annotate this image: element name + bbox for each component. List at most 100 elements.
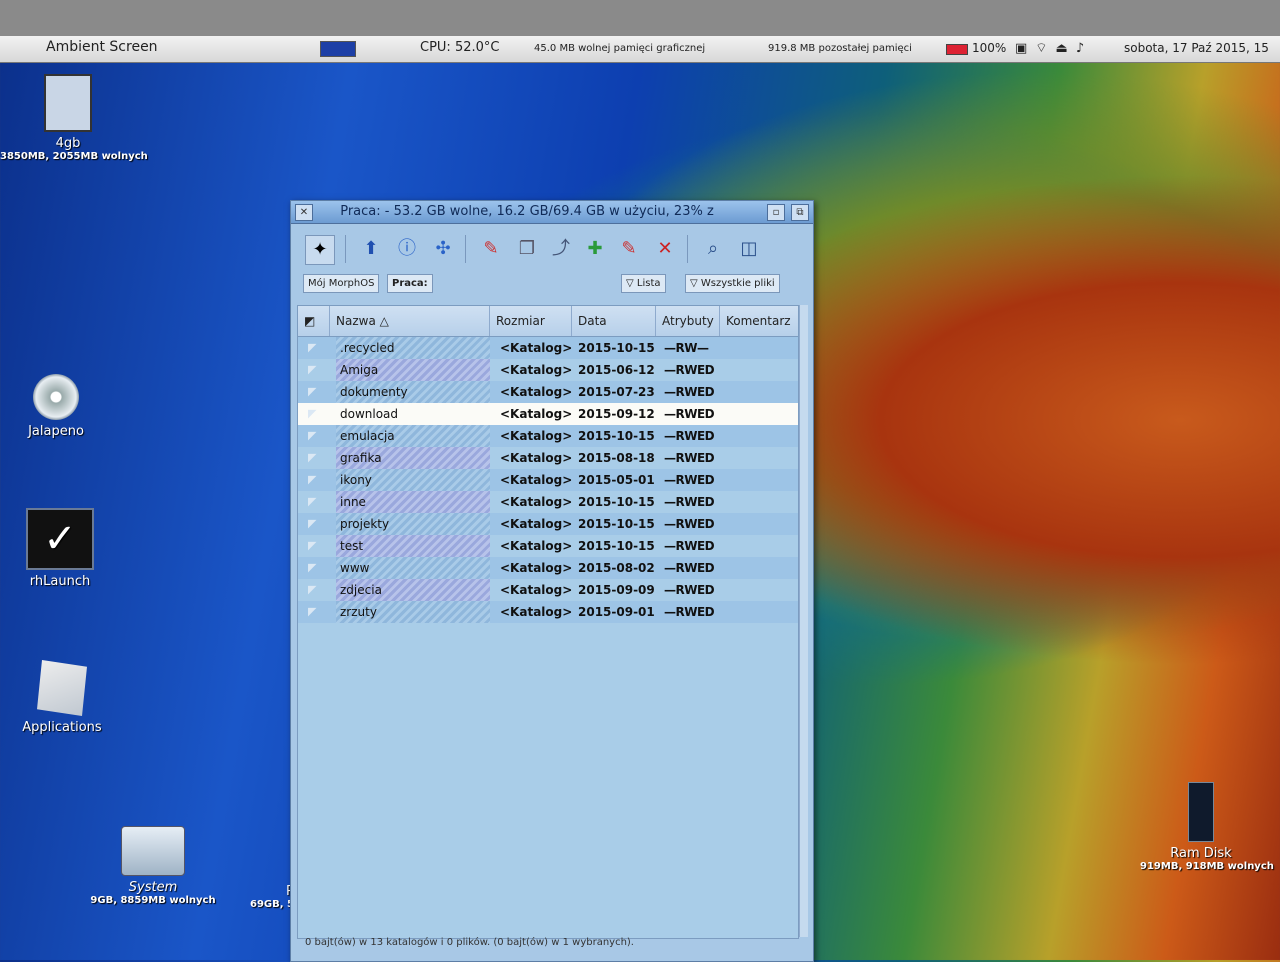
cd-icon: [33, 374, 79, 420]
row-size: <Katalog>: [500, 583, 573, 597]
row-size: <Katalog>: [500, 539, 573, 553]
delete-icon[interactable]: ✕: [651, 235, 679, 263]
table-row[interactable]: ◤ ikony <Katalog> 2015-05-01 —RWED: [298, 469, 798, 491]
row-size: <Katalog>: [500, 605, 573, 619]
drawer-icon: ◤: [308, 473, 317, 486]
header-nazwa[interactable]: Nazwa △: [330, 306, 490, 336]
drive-icon[interactable]: ▣: [1015, 41, 1035, 56]
drawer-icon: ◤: [308, 407, 317, 420]
sort-ascending-icon: △: [379, 314, 389, 328]
row-attr: —RWED: [664, 429, 715, 443]
row-name: inne: [336, 491, 490, 513]
row-size: <Katalog>: [500, 473, 573, 487]
row-date: 2015-09-12: [578, 407, 655, 421]
table-row[interactable]: ◤ emulacja <Katalog> 2015-10-15 —RWED: [298, 425, 798, 447]
header-icon-column[interactable]: ◩: [298, 306, 330, 336]
window-titlebar[interactable]: ✕ Praca: - 53.2 GB wolne, 16.2 GB/69.4 G…: [291, 201, 813, 224]
row-name: zdjecia: [336, 579, 490, 601]
cpu-meter-icon: [320, 41, 356, 57]
row-size: <Katalog>: [500, 407, 573, 421]
row-size: <Katalog>: [500, 561, 573, 575]
table-row[interactable]: ◤ inne <Katalog> 2015-10-15 —RWED: [298, 491, 798, 513]
icon-label: rhLaunch: [29, 574, 91, 589]
vertical-scrollbar[interactable]: [799, 305, 808, 937]
row-name: zrzuty: [336, 601, 490, 623]
new-drawer-icon[interactable]: ✚: [581, 235, 609, 263]
row-date: 2015-08-18: [578, 451, 655, 465]
chevron-down-icon: ▽: [626, 278, 634, 289]
wifi-icon[interactable]: ⌔: [1035, 41, 1055, 56]
close-icon[interactable]: ✕: [295, 204, 313, 221]
path-button-morphos[interactable]: Mój MorphOS: [303, 274, 380, 293]
icon-sublabel: 9GB, 8859MB wolnych: [90, 895, 216, 906]
rename-icon[interactable]: ✎: [477, 235, 505, 263]
desktop-icon-applications[interactable]: Applications: [16, 660, 108, 735]
volume-icon[interactable]: ♪: [1076, 41, 1092, 56]
link-icon[interactable]: ⤴: [547, 235, 575, 263]
list-rows: ◤ .recycled <Katalog> 2015-10-15 —RW— ◤ Amiga…: [298, 337, 798, 623]
clock: sobota, 17 Paź 2015, 15: [1124, 41, 1269, 55]
top-status-bar: Ambient Screen CPU: 52.0°C 45.0 MB wolne…: [0, 36, 1280, 63]
desktop-icon-system[interactable]: System 9GB, 8859MB wolnych: [90, 826, 216, 906]
table-row[interactable]: ◤ .recycled <Katalog> 2015-10-15 —RW—: [298, 337, 798, 359]
table-row[interactable]: ◤ projekty <Katalog> 2015-10-15 —RWED: [298, 513, 798, 535]
mode-icon[interactable]: ✦: [305, 235, 335, 265]
header-atrybuty[interactable]: Atrybuty: [656, 306, 720, 336]
icon-sublabel: 3850MB, 2055MB wolnych: [0, 151, 148, 162]
chevron-down-icon: ▽: [690, 278, 698, 289]
row-name: Amiga: [336, 359, 490, 381]
panel-icon[interactable]: ◫: [735, 235, 763, 263]
desktop-icon-partial[interactable]: P 69GB, 5: [250, 884, 294, 910]
row-date: 2015-05-01: [578, 473, 655, 487]
file-manager-window: ✕ Praca: - 53.2 GB wolne, 16.2 GB/69.4 G…: [290, 200, 814, 962]
depth-icon[interactable]: ⧉: [791, 204, 809, 221]
copy-icon[interactable]: ❐: [513, 235, 541, 263]
search-icon[interactable]: ⌕: [699, 235, 727, 263]
edit-icon[interactable]: ✎: [615, 235, 643, 263]
filter-button[interactable]: ▽ Wszystkie pliki: [685, 274, 780, 293]
table-row[interactable]: ◤ zdjecia <Katalog> 2015-09-09 —RWED: [298, 579, 798, 601]
table-row[interactable]: ◤ www <Katalog> 2015-08-02 —RWED: [298, 557, 798, 579]
row-date: 2015-08-02: [578, 561, 655, 575]
file-list[interactable]: ◩ Nazwa △ Rozmiar Data Atrybuty Komentar…: [297, 305, 799, 939]
row-size: <Katalog>: [500, 451, 573, 465]
table-row[interactable]: ◤ dokumenty <Katalog> 2015-07-23 —RWED: [298, 381, 798, 403]
tray-icons[interactable]: ▣⌔⏏♪: [1015, 40, 1092, 56]
drawer-icon: ◤: [308, 363, 317, 376]
header-data[interactable]: Data: [572, 306, 656, 336]
iconify-icon[interactable]: ▫: [767, 204, 785, 221]
row-attr: —RWED: [664, 517, 715, 531]
row-attr: —RWED: [664, 473, 715, 487]
row-name: test: [336, 535, 490, 557]
desktop-icon-4gb[interactable]: 4gb 3850MB, 2055MB wolnych: [0, 74, 148, 162]
header-komentarz[interactable]: Komentarz: [720, 306, 798, 336]
info-icon[interactable]: ⓘ: [393, 235, 421, 263]
table-row-selected[interactable]: ◤ download <Katalog> 2015-09-12 —RWED: [298, 403, 798, 425]
desktop-icon-jalapeno[interactable]: Jalapeno: [20, 374, 92, 439]
drawer-icon: ◤: [308, 385, 317, 398]
monitor-bezel: [0, 0, 1280, 36]
cpu-temp: CPU: 52.0°C: [420, 40, 500, 55]
row-attr: —RWED: [664, 407, 715, 421]
header-rozmiar[interactable]: Rozmiar: [490, 306, 572, 336]
desktop-icon-ramdisk[interactable]: Ram Disk 919MB, 918MB wolnych: [1140, 782, 1274, 872]
drawer-icon: ◤: [308, 517, 317, 530]
table-row[interactable]: ◤ zrzuty <Katalog> 2015-09-01 —RWED: [298, 601, 798, 623]
table-row[interactable]: ◤ grafika <Katalog> 2015-08-18 —RWED: [298, 447, 798, 469]
row-size: <Katalog>: [500, 429, 573, 443]
row-attr: —RW—: [664, 341, 709, 355]
screen-name[interactable]: Ambient Screen: [46, 39, 158, 55]
move-icon[interactable]: ✣: [429, 235, 457, 263]
drawer-icon: ◤: [308, 495, 317, 508]
table-row[interactable]: ◤ test <Katalog> 2015-10-15 —RWED: [298, 535, 798, 557]
drawer-icon: ◤: [308, 583, 317, 596]
view-mode-button[interactable]: ▽ Lista: [621, 274, 666, 293]
parent-dir-icon[interactable]: ⬆: [357, 235, 385, 263]
ramdisk-icon: [1188, 782, 1214, 842]
table-row[interactable]: ◤ Amiga <Katalog> 2015-06-12 —RWED: [298, 359, 798, 381]
row-date: 2015-09-01: [578, 605, 655, 619]
path-button-praca[interactable]: Praca:: [387, 274, 433, 293]
row-attr: —RWED: [664, 385, 715, 399]
eject-icon[interactable]: ⏏: [1056, 41, 1076, 56]
desktop-icon-rhlaunch[interactable]: ✓ rhLaunch: [20, 508, 100, 589]
